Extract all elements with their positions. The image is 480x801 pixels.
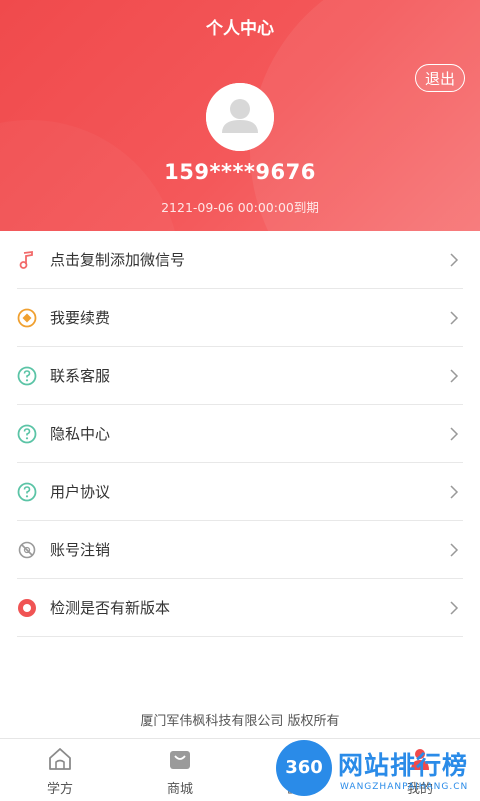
divider (17, 636, 463, 637)
coin-icon (17, 308, 37, 328)
chevron-right-icon (450, 369, 459, 383)
music-note-icon (19, 250, 33, 269)
menu-item-label: 联系客服 (50, 367, 111, 385)
menu-item-cancel-account[interactable]: 账号注销 (0, 521, 480, 579)
tab-shop[interactable]: 商城 (120, 739, 240, 801)
chevron-right-icon (450, 601, 459, 615)
question-circle-icon (17, 424, 37, 444)
chevron-right-icon (450, 543, 459, 557)
expire-date: 2121-09-06 00:00:00到期 (161, 200, 319, 215)
profile-header: 个人中心 退出 159****9676 2121-09-06 00:00:00到… (0, 0, 480, 231)
cancel-account-icon (18, 541, 36, 559)
tab-study[interactable]: 学方 (0, 739, 120, 801)
watermark-text: 网站排行榜 (338, 751, 469, 780)
watermark-logo: 360 网站排行榜 WANGZHANPAIHANG.CN (276, 738, 480, 800)
menu-item-contact-service[interactable]: 联系客服 (0, 347, 480, 405)
menu-item-label: 隐私中心 (50, 425, 111, 443)
home-icon (49, 748, 71, 770)
menu-item-label: 我要续费 (50, 309, 111, 327)
menu-item-label: 用户协议 (50, 483, 111, 501)
watermark-badge: 360 (276, 740, 332, 796)
chevron-right-icon (450, 485, 459, 499)
avatar[interactable] (206, 83, 274, 151)
menu-item-copy-wechat[interactable]: 点击复制添加微信号 (0, 231, 480, 289)
chevron-right-icon (450, 253, 459, 267)
shop-bag-icon (170, 751, 190, 769)
menu-item-user-agreement[interactable]: 用户协议 (0, 463, 480, 521)
question-circle-icon (17, 482, 37, 502)
menu-item-privacy[interactable]: 隐私中心 (0, 405, 480, 463)
update-icon (18, 599, 36, 617)
default-user-icon (206, 83, 274, 151)
page-title: 个人中心 (206, 19, 274, 39)
user-phone: 159****9676 (164, 160, 316, 184)
copyright-text: 厦门军伟枫科技有限公司 版权所有 (140, 714, 340, 729)
menu-item-label: 点击复制添加微信号 (50, 251, 186, 269)
chevron-right-icon (450, 311, 459, 325)
question-circle-icon (17, 366, 37, 386)
tab-label: 学方 (46, 782, 73, 797)
menu-item-check-update[interactable]: 检测是否有新版本 (0, 579, 480, 637)
logout-button[interactable]: 退出 (415, 64, 465, 92)
menu-item-label: 账号注销 (50, 541, 111, 559)
tab-label: 商城 (166, 782, 193, 797)
menu-item-renew[interactable]: 我要续费 (0, 289, 480, 347)
chevron-right-icon (450, 427, 459, 441)
menu-item-label: 检测是否有新版本 (50, 599, 171, 617)
watermark-subtext: WANGZHANPAIHANG.CN (340, 782, 469, 792)
